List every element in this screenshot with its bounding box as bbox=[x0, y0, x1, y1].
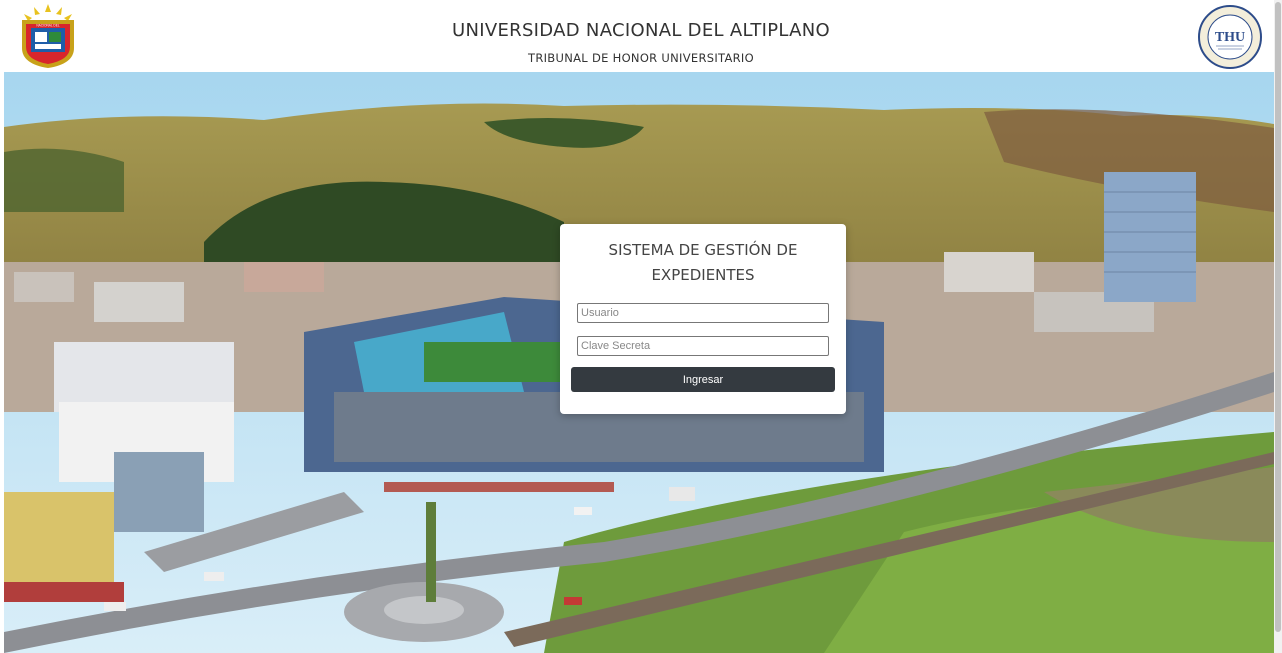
page-scrollbar[interactable] bbox=[1274, 0, 1282, 653]
username-input[interactable] bbox=[577, 303, 829, 323]
login-title-line-1: SISTEMA DE GESTIÓN DE bbox=[608, 241, 798, 259]
thu-seal-logo: THU bbox=[1196, 4, 1264, 70]
login-title-line-2: EXPEDIENTES bbox=[651, 266, 755, 284]
scrollbar-thumb[interactable] bbox=[1275, 2, 1281, 632]
page-title: UNIVERSIDAD NACIONAL DEL ALTIPLANO bbox=[452, 20, 830, 41]
page-header: NACIONAL DEL UNIVERSIDAD NACIONAL DEL AL… bbox=[0, 0, 1282, 72]
login-submit-button[interactable]: Ingresar bbox=[571, 367, 835, 392]
header-titles: UNIVERSIDAD NACIONAL DEL ALTIPLANO TRIBU… bbox=[0, 20, 1282, 65]
login-title: SISTEMA DE GESTIÓN DE EXPEDIENTES bbox=[560, 238, 846, 288]
password-input[interactable] bbox=[577, 336, 829, 356]
page-subtitle: TRIBUNAL DE HONOR UNIVERSITARIO bbox=[528, 51, 754, 65]
svg-text:THU: THU bbox=[1215, 30, 1245, 45]
login-card: SISTEMA DE GESTIÓN DE EXPEDIENTES Ingres… bbox=[560, 224, 846, 414]
